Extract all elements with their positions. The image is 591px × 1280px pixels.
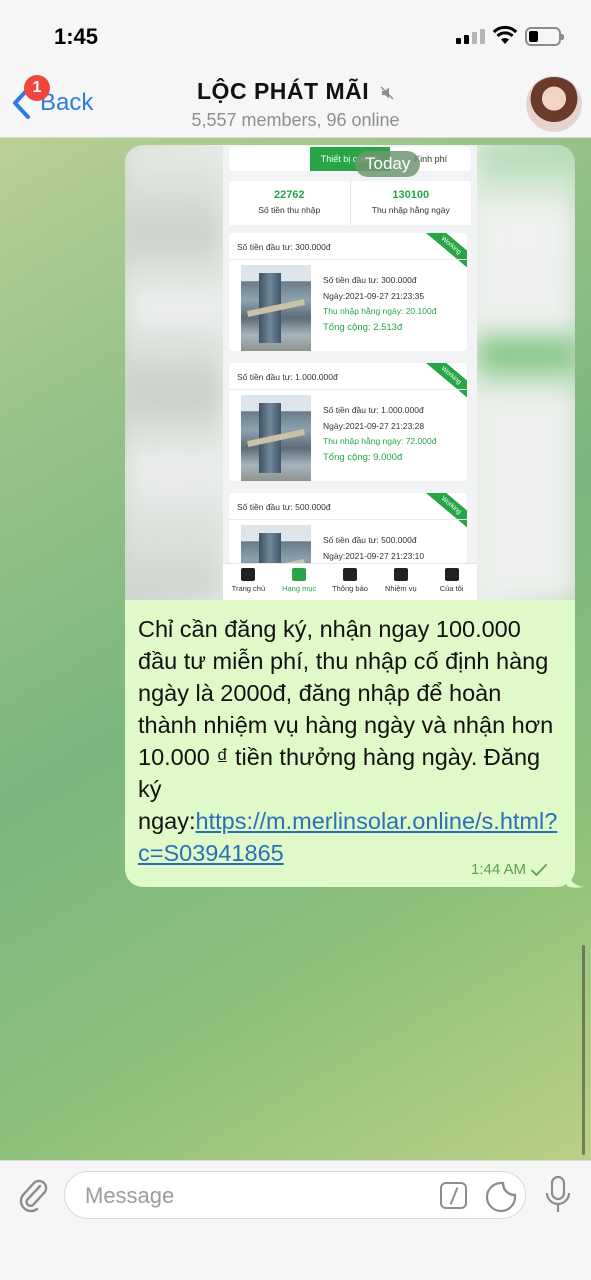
investment-card: Số tiền đầu tư: 300.000đ Working Số tiền…	[229, 233, 467, 351]
building-image	[241, 395, 311, 481]
command-icon[interactable]	[440, 1182, 467, 1209]
working-ribbon: Working	[423, 363, 467, 400]
message-bubble[interactable]: Thiết bị của tôi Kinh phí 22762 Số tiền …	[125, 145, 575, 887]
top-bar: 1:45 Back 1 LỘC PHÁT MÃI 5,557 members, …	[0, 0, 591, 138]
message-placeholder[interactable]: Message	[85, 1183, 174, 1209]
message-time: 1:44 AM	[471, 861, 527, 878]
card-header: Số tiền đầu tư: 1.000.000đ	[237, 372, 338, 382]
sticker-icon[interactable]	[485, 1181, 517, 1213]
message-text: Chỉ cần đăng ký, nhận ngay 100.000 đầu t…	[138, 613, 563, 869]
avatar[interactable]	[526, 76, 582, 132]
read-check-icon	[531, 863, 547, 876]
cart-icon	[292, 568, 307, 581]
app-screenshot: Thiết bị của tôi Kinh phí 22762 Số tiền …	[223, 145, 477, 600]
app-tab	[229, 147, 310, 171]
message-photo[interactable]: Thiết bị của tôi Kinh phí 22762 Số tiền …	[125, 145, 575, 600]
home-icon	[241, 568, 256, 581]
app-nav-item: Trang chủ	[223, 564, 274, 600]
app-bottom-nav: Trang chủ Hạng mục Thông báo Nhiệm vụ Củ…	[223, 563, 477, 600]
working-ribbon: Working	[423, 493, 467, 530]
card-date: Ngày:2021-09-27 21:23:28	[323, 420, 425, 431]
people-icon	[393, 568, 408, 581]
attach-icon[interactable]	[16, 1177, 50, 1213]
blurred-region	[125, 145, 223, 600]
building-image	[241, 525, 311, 563]
card-amount: Số tiền đầu tư: 1.000.000đ	[323, 405, 424, 415]
card-daily: Thu nhập hằng ngày: 20.100đ	[323, 306, 437, 316]
app-tabs: Thiết bị của tôi Kinh phí	[229, 147, 471, 171]
card-amount: Số tiền đầu tư: 500.000đ	[323, 535, 417, 545]
card-total: Tổng cộng: 9.000đ	[323, 451, 403, 463]
card-amount: Số tiền đầu tư: 300.000đ	[323, 275, 417, 285]
card-header: Số tiền đầu tư: 300.000đ	[237, 242, 331, 252]
message-input[interactable]: Message	[64, 1171, 526, 1219]
card-date: Ngày:2021-09-27 21:23:35	[323, 290, 425, 301]
card-date: Ngày:2021-09-27 21:23:10	[323, 550, 425, 561]
card-header: Số tiền đầu tư: 500.000đ	[237, 502, 331, 512]
message-body: Chỉ cần đăng ký, nhận ngay 100.000 đầu t…	[138, 616, 554, 834]
chat-title[interactable]: LỘC PHÁT MÃI	[0, 78, 591, 105]
wifi-icon	[492, 25, 518, 44]
card-daily: Thu nhập hằng ngày: 72.000đ	[323, 436, 437, 446]
chat-subtitle[interactable]: 5,557 members, 96 online	[0, 110, 591, 131]
mute-icon	[380, 86, 394, 100]
app-nav-item: Hạng mục	[274, 564, 325, 600]
blurred-region	[477, 145, 575, 600]
scroll-indicator[interactable]	[582, 945, 585, 1155]
investment-card: Số tiền đầu tư: 500.000đ Working Số tiền…	[229, 493, 467, 563]
investment-card: Số tiền đầu tư: 1.000.000đ Working Số ti…	[229, 363, 467, 481]
gift-icon	[342, 568, 357, 581]
profile-icon	[444, 568, 459, 581]
stat-value: 22762	[273, 189, 305, 201]
app-nav-item: Nhiệm vụ	[375, 564, 426, 600]
app-stats: 22762 Số tiền thu nhập 130100 Thu nhập h…	[229, 181, 471, 225]
date-chip: Today	[355, 151, 421, 177]
card-total: Tổng cộng: 2.513đ	[323, 321, 403, 333]
stat-label: Thu nhập hằng ngày	[371, 205, 450, 215]
signal-icon	[456, 29, 485, 44]
app-nav-item: Thông báo	[325, 564, 376, 600]
app-nav-item: Của tôi	[426, 564, 477, 600]
message-link[interactable]: https://m.merlinsolar.online/s.html?c=S0…	[138, 808, 557, 866]
chat-title-text[interactable]: LỘC PHÁT MÃI	[197, 78, 369, 104]
message-meta: 1:44 AM	[471, 861, 548, 878]
composer-bar: Message	[0, 1160, 591, 1280]
battery-icon	[525, 27, 564, 46]
working-ribbon: Working	[423, 233, 467, 270]
bubble-tail	[567, 868, 583, 888]
stat-value: 130100	[392, 189, 430, 201]
stat-label: Số tiền thu nhập	[258, 205, 321, 215]
building-image	[241, 265, 311, 351]
mic-icon[interactable]	[543, 1175, 573, 1215]
status-time: 1:45	[54, 24, 99, 49]
